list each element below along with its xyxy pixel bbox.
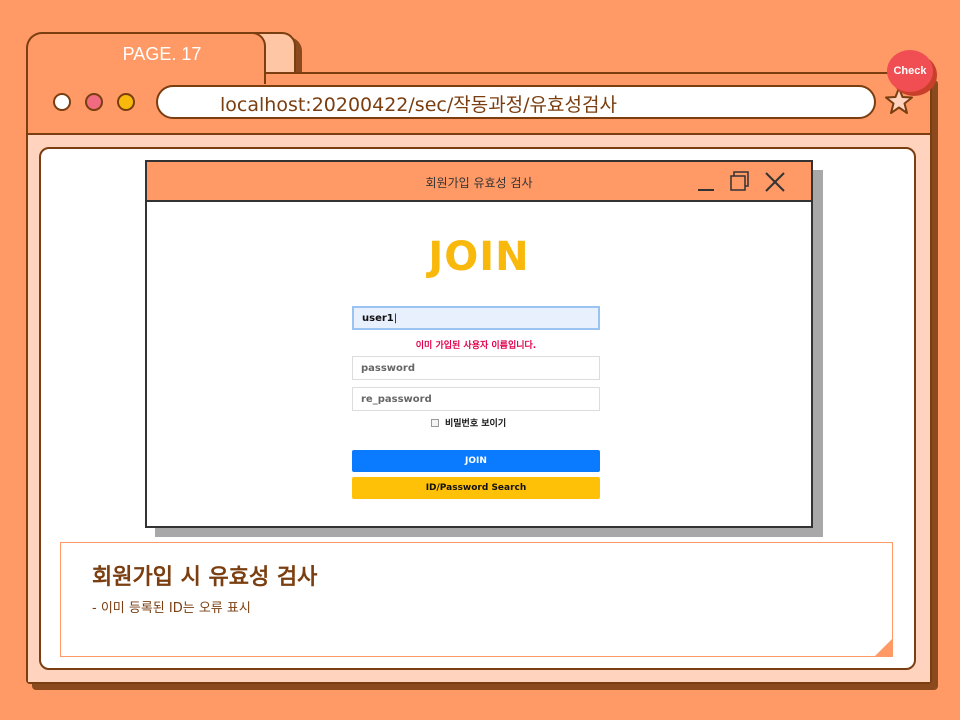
minimize-icon[interactable] <box>695 170 719 194</box>
password-input[interactable]: password <box>352 356 600 380</box>
join-button[interactable]: JOIN <box>352 450 600 472</box>
tab-join <box>28 70 264 76</box>
window-dot-white[interactable] <box>53 93 71 111</box>
username-value: user1 <box>362 313 394 324</box>
show-password-checkbox[interactable] <box>431 418 439 427</box>
caption-description: - 이미 등록된 ID는 오류 표시 <box>92 601 251 616</box>
join-window: 회원가입 유효성 검사 JOIN user1| 이미 가입된 사용자 이름입니다… <box>145 160 813 528</box>
check-badge[interactable]: Check <box>887 50 933 92</box>
show-password-option[interactable]: 비밀번호 보이기 <box>431 416 506 429</box>
join-heading: JOIN <box>428 234 530 280</box>
close-icon[interactable] <box>763 170 787 194</box>
caption-title: 회원가입 시 유효성 검사 <box>92 565 318 590</box>
window-dot-yellow[interactable] <box>117 93 135 111</box>
show-password-label: 비밀번호 보이기 <box>445 419 507 429</box>
maximize-icon[interactable] <box>727 170 751 194</box>
window-titlebar: 회원가입 유효성 검사 <box>147 162 811 202</box>
window-dot-pink[interactable] <box>85 93 103 111</box>
caption-corner-fold <box>874 638 893 657</box>
username-error-message: 이미 가입된 사용자 이름입니다. <box>415 341 537 351</box>
text-cursor: | <box>393 313 398 324</box>
username-input[interactable]: user1| <box>352 306 600 330</box>
page-tab-label: PAGE. 17 <box>122 44 202 64</box>
repassword-input[interactable]: re_password <box>352 387 600 411</box>
address-bar-text: localhost:20200422/sec/작동과정/유효성검사 <box>220 94 617 116</box>
id-password-search-button[interactable]: ID/Password Search <box>352 477 600 499</box>
